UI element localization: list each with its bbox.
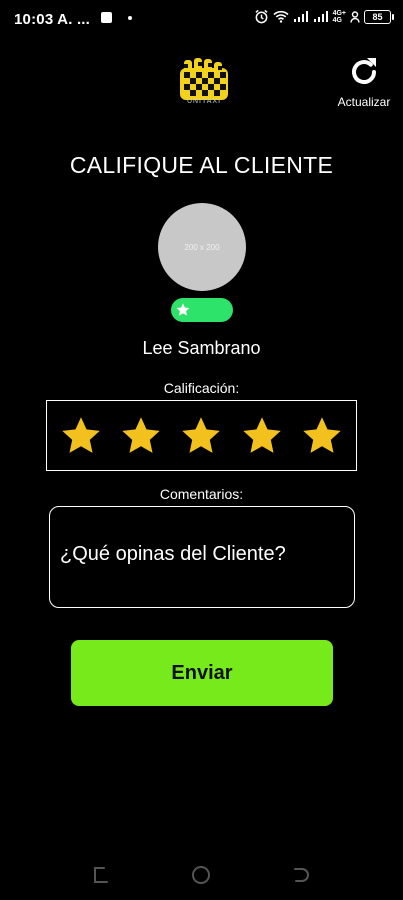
signal-2-icon: [313, 11, 328, 22]
notification-dot-icon: [128, 16, 132, 20]
home-icon[interactable]: [190, 864, 212, 886]
comments-input[interactable]: ¿Qué opinas del Cliente?: [49, 506, 355, 608]
notification-square-icon: [101, 12, 112, 23]
star-1-icon[interactable]: [59, 414, 103, 458]
comments-label: Comentarios:: [159, 486, 244, 502]
wifi-icon: [273, 10, 289, 23]
status-time: 10:03 A. ...: [14, 11, 91, 28]
star-4-icon[interactable]: [240, 414, 284, 458]
refresh-button[interactable]: Actualizar: [333, 55, 395, 117]
network-type: 4G+ 4G: [332, 9, 346, 24]
logo-text: UNITAXI: [186, 98, 222, 105]
signal-1-icon: [293, 11, 308, 22]
refresh-label: Actualizar: [337, 95, 391, 109]
star-5-icon[interactable]: [300, 414, 344, 458]
star-2-icon[interactable]: [119, 414, 163, 458]
user-icon: [350, 10, 360, 23]
avatar: 200 x 200: [158, 203, 246, 291]
client-name: Lee Sambrano: [142, 338, 261, 358]
status-icons: 4G+ 4G 85: [254, 9, 394, 24]
submit-button[interactable]: Enviar: [71, 640, 333, 706]
system-nav-bar: [0, 855, 403, 895]
refresh-icon: [352, 58, 377, 85]
avatar-placeholder-text: 200 x 200: [184, 242, 220, 252]
rating-stars: [46, 400, 357, 471]
star-badge-icon: [176, 303, 190, 316]
recents-icon[interactable]: [90, 864, 112, 886]
status-bar: 10:03 A. ... 4G+ 4G 85: [0, 0, 403, 38]
alarm-icon: [254, 9, 268, 24]
client-rating-badge[interactable]: [171, 298, 233, 322]
star-3-icon[interactable]: [179, 414, 223, 458]
battery-icon: 85: [364, 9, 394, 24]
back-icon[interactable]: [290, 864, 312, 886]
rating-label: Calificación:: [163, 380, 240, 396]
page-title: CALIFIQUE AL CLIENTE: [69, 152, 334, 178]
